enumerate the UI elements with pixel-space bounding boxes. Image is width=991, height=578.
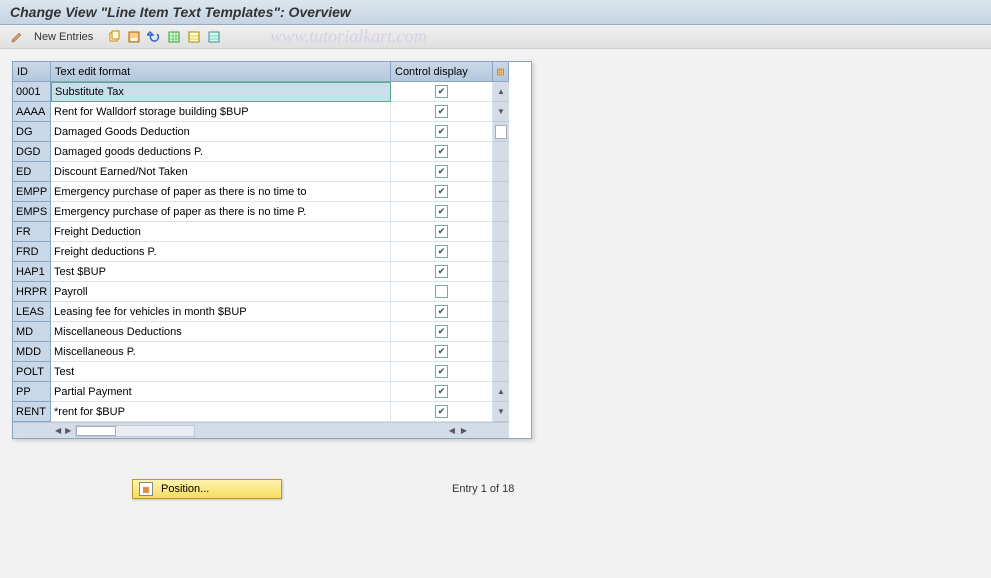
position-button[interactable]: ▦ Position... xyxy=(132,479,282,499)
table-row-id[interactable]: PP xyxy=(13,382,51,402)
scroll-track[interactable] xyxy=(493,182,509,202)
deselect-icon[interactable] xyxy=(185,28,203,46)
hscroll-right-icon[interactable]: ▶ xyxy=(63,426,73,435)
copy-icon[interactable] xyxy=(105,28,123,46)
control-display-checkbox[interactable]: ✔ xyxy=(391,142,493,162)
col-header-control[interactable]: Control display xyxy=(391,62,493,82)
table-row-text[interactable]: Payroll xyxy=(51,282,391,302)
table-row-id[interactable]: HAP1 xyxy=(13,262,51,282)
table-row-text[interactable]: Emergency purchase of paper as there is … xyxy=(51,182,391,202)
hscroll-right2-icon[interactable]: ▶ xyxy=(459,426,469,435)
scroll-track[interactable] xyxy=(493,342,509,362)
table-row-id[interactable]: MD xyxy=(13,322,51,342)
scroll-track[interactable] xyxy=(493,322,509,342)
pencil-icon[interactable] xyxy=(8,28,26,46)
table-row-text[interactable]: Discount Earned/Not Taken xyxy=(51,162,391,182)
table-row-text[interactable]: Miscellaneous Deductions xyxy=(51,322,391,342)
table-row-text[interactable]: *rent for $BUP xyxy=(51,402,391,422)
control-display-checkbox[interactable]: ✔ xyxy=(391,162,493,182)
control-display-checkbox[interactable]: ✔ xyxy=(391,342,493,362)
table-row-text[interactable]: Miscellaneous P. xyxy=(51,342,391,362)
control-display-checkbox[interactable]: ✔ xyxy=(391,202,493,222)
print-icon[interactable] xyxy=(205,28,223,46)
scroll-track[interactable] xyxy=(493,242,509,262)
control-display-checkbox[interactable]: ✔ xyxy=(391,242,493,262)
watermark-text: www.tutorialkart.com xyxy=(270,26,427,47)
control-display-checkbox[interactable]: ✔ xyxy=(391,362,493,382)
col-header-text[interactable]: Text edit format xyxy=(51,62,391,82)
table-row-text[interactable]: Rent for Walldorf storage building $BUP xyxy=(51,102,391,122)
toolbar: New Entries www.tutorialkart.com xyxy=(0,25,991,49)
control-display-checkbox[interactable]: ✔ xyxy=(391,102,493,122)
scroll-track[interactable] xyxy=(493,202,509,222)
col-header-id[interactable]: ID xyxy=(13,62,51,82)
control-display-checkbox[interactable]: ✔ xyxy=(391,122,493,142)
table-row-text[interactable]: Damaged Goods Deduction xyxy=(51,122,391,142)
scroll-up-arrow-bottom[interactable]: ▲ xyxy=(493,382,509,402)
scroll-track[interactable] xyxy=(493,302,509,322)
scroll-track[interactable] xyxy=(493,142,509,162)
hscroll-track[interactable] xyxy=(75,425,195,437)
table-row-id[interactable]: POLT xyxy=(13,362,51,382)
scroll-thumb[interactable] xyxy=(493,122,509,142)
page-title: Change View "Line Item Text Templates": … xyxy=(10,4,981,20)
table-row-id[interactable]: EMPP xyxy=(13,182,51,202)
table-row-id[interactable]: HRPR xyxy=(13,282,51,302)
scroll-track[interactable] xyxy=(493,362,509,382)
control-display-checkbox[interactable]: ✔ xyxy=(391,402,493,422)
table-row-text[interactable]: Test xyxy=(51,362,391,382)
hscroll-thumb[interactable] xyxy=(76,426,116,436)
table-row-text[interactable]: Partial Payment xyxy=(51,382,391,402)
h-scrollbar[interactable]: ◀ ▶ ◀ ▶ xyxy=(13,422,509,438)
table-row-id[interactable]: DG xyxy=(13,122,51,142)
table-row-id[interactable]: ED xyxy=(13,162,51,182)
scroll-track[interactable] xyxy=(493,222,509,242)
save-icon[interactable] xyxy=(125,28,143,46)
control-display-checkbox[interactable]: ✔ xyxy=(391,182,493,202)
table-row-id[interactable]: 0001 xyxy=(13,82,51,102)
hscroll-left-icon[interactable]: ◀ xyxy=(53,426,63,435)
content-area: IDText edit formatControl display 0001Sub… xyxy=(0,49,991,511)
table-row-text[interactable]: Damaged goods deductions P. xyxy=(51,142,391,162)
table-row-id[interactable]: EMPS xyxy=(13,202,51,222)
table: IDText edit formatControl display 0001Sub… xyxy=(12,61,532,439)
table-row-id[interactable]: AAAA xyxy=(13,102,51,122)
table-row-id[interactable]: MDD xyxy=(13,342,51,362)
table-row-text[interactable]: Emergency purchase of paper as there is … xyxy=(51,202,391,222)
control-display-checkbox[interactable]: ✔ xyxy=(391,322,493,342)
title-bar: Change View "Line Item Text Templates": … xyxy=(0,0,991,25)
table-row-text[interactable]: Freight deductions P. xyxy=(51,242,391,262)
scroll-down-arrow-top[interactable]: ▼ xyxy=(493,102,509,122)
footer-row: ▦ Position... Entry 1 of 18 xyxy=(12,479,979,499)
table-row-id[interactable]: DGD xyxy=(13,142,51,162)
control-display-checkbox[interactable] xyxy=(391,282,493,302)
table-row-text[interactable]: Test $BUP xyxy=(51,262,391,282)
table-row-text[interactable]: Substitute Tax xyxy=(51,82,391,102)
control-display-checkbox[interactable]: ✔ xyxy=(391,302,493,322)
position-icon: ▦ xyxy=(139,482,153,496)
scroll-down-arrow[interactable]: ▼ xyxy=(493,402,509,422)
hscroll-left2-icon[interactable]: ◀ xyxy=(447,426,457,435)
control-display-checkbox[interactable]: ✔ xyxy=(391,382,493,402)
col-config-icon[interactable] xyxy=(493,62,509,82)
position-label: Position... xyxy=(161,483,209,495)
select-all-icon[interactable] xyxy=(165,28,183,46)
control-display-checkbox[interactable]: ✔ xyxy=(391,82,493,102)
scroll-track[interactable] xyxy=(493,262,509,282)
table-row-id[interactable]: FR xyxy=(13,222,51,242)
table-row-text[interactable]: Freight Deduction xyxy=(51,222,391,242)
table-row-id[interactable]: RENT xyxy=(13,402,51,422)
control-display-checkbox[interactable]: ✔ xyxy=(391,262,493,282)
undo-icon[interactable] xyxy=(145,28,163,46)
entry-count-label: Entry 1 of 18 xyxy=(452,483,514,495)
scroll-track[interactable] xyxy=(493,162,509,182)
control-display-checkbox[interactable]: ✔ xyxy=(391,222,493,242)
table-row-id[interactable]: FRD xyxy=(13,242,51,262)
new-entries-button[interactable]: New Entries xyxy=(28,30,99,44)
scroll-up-arrow[interactable]: ▲ xyxy=(493,82,509,102)
table-row-text[interactable]: Leasing fee for vehicles in month $BUP xyxy=(51,302,391,322)
scroll-track[interactable] xyxy=(493,282,509,302)
table-row-id[interactable]: LEAS xyxy=(13,302,51,322)
